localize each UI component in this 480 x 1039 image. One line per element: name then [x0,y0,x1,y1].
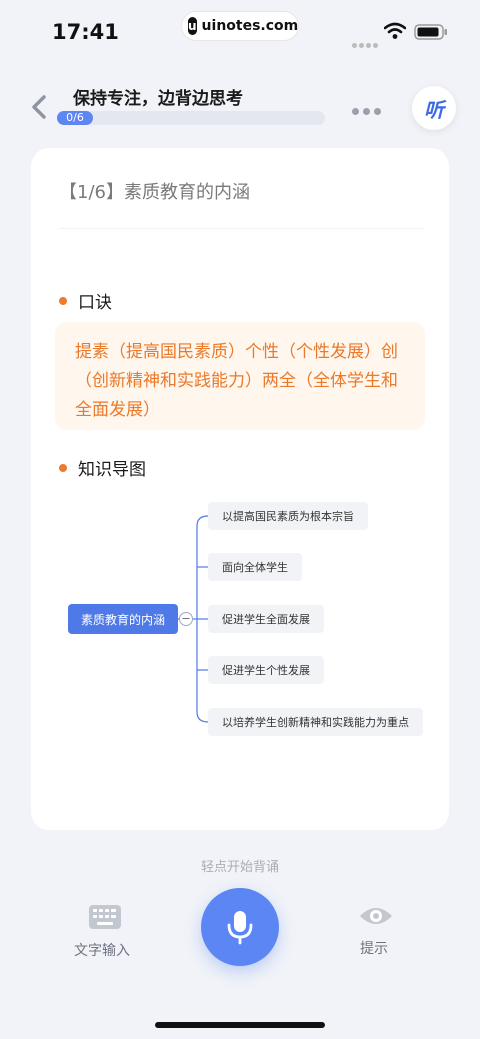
site-badge: u uinotes.com [181,11,299,41]
mind-map-node: 以提高国民素质为根本宗旨 [208,502,368,530]
divider [59,228,425,229]
page-title: 保持专注，边背边思考 [73,89,243,109]
home-indicator [155,1022,325,1028]
eye-icon[interactable] [358,904,394,928]
mind-map-node: 面向全体学生 [208,553,302,581]
bullet-dot [59,463,67,472]
mind-map-node: 以培养学生创新精神和实践能力为重点 [208,708,423,736]
wifi-icon [384,22,406,39]
text-input-button[interactable]: 文字输入 [74,940,130,960]
start-recite-hint: 轻点开始背诵 [200,860,279,875]
mind-map-root: 素质教育的内涵 [68,604,178,634]
site-name: uinotes.com [201,18,299,34]
mindmap-heading: 知识导图 [59,455,146,480]
mind-map-node: 促进学生个性发展 [208,656,324,684]
progress-text: 0/6 [66,111,84,124]
mnemonic-heading: 口诀 [59,288,112,313]
show-hint-button[interactable]: 提示 [360,938,388,958]
keyboard-icon[interactable] [88,904,122,930]
mindmap-heading-label: 知识导图 [78,460,146,480]
mnemonic-text: 提素（提高国民素质）个性（个性发展）创（创新精神和实践能力）两全（全体学生和全面… [55,322,425,430]
mind-map: 素质教育的内涵 − 以提高国民素质为根本宗旨 面向全体学生 促进学生全面发展 促… [31,498,449,738]
progress-bar: 0/6 [57,111,325,125]
mind-map-node: 促进学生全面发展 [208,605,324,633]
mnemonic-heading-label: 口诀 [78,293,112,313]
bullet-dot [59,296,67,305]
status-time: 17:41 [52,20,119,44]
collapse-icon[interactable]: − [179,612,193,626]
back-chevron-icon[interactable] [28,94,50,120]
battery-icon [414,24,447,40]
signal-icon [352,33,380,52]
more-dots-icon[interactable] [352,100,385,119]
microphone-icon [227,911,253,945]
status-bar: 17:41 u uinotes.com [0,0,480,62]
listen-button[interactable]: 听 [412,86,456,130]
content-card: 【1/6】素质教育的内涵 口诀 提素（提高国民素质）个性（个性发展）创（创新精神… [31,148,449,830]
card-title: 【1/6】素质教育的内涵 [59,182,250,203]
record-button[interactable] [201,888,279,966]
site-logo: u [188,17,197,35]
